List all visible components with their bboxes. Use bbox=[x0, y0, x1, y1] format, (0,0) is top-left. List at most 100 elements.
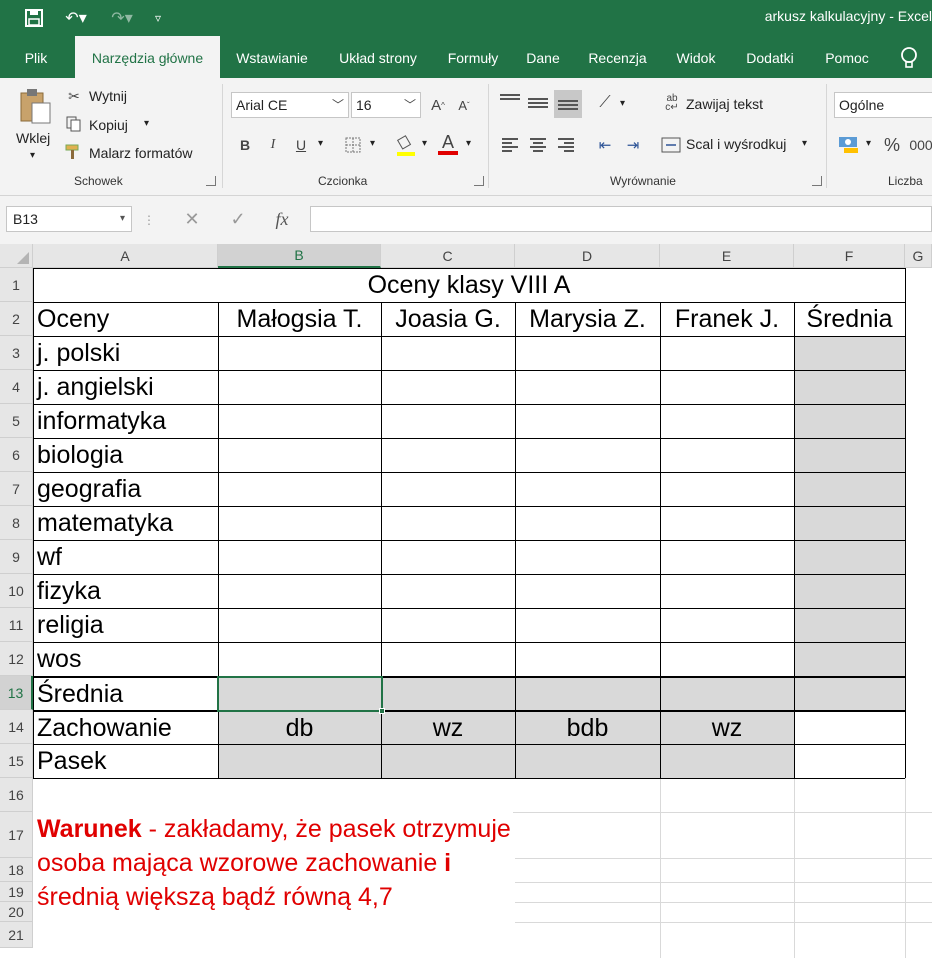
behavior-cell[interactable]: bdb bbox=[515, 712, 660, 744]
cancel-entry-icon[interactable]: ✕ bbox=[180, 208, 204, 230]
cut-button[interactable]: Wytnij bbox=[89, 88, 127, 104]
row-header[interactable]: 18 bbox=[0, 858, 33, 882]
average-label-cell[interactable]: Średnia bbox=[33, 678, 218, 710]
header-cell[interactable]: Średnia bbox=[794, 303, 905, 336]
tab-home[interactable]: Narzędzia główne bbox=[75, 36, 220, 78]
align-top-icon[interactable] bbox=[500, 92, 522, 110]
tab-help[interactable]: Pomoc bbox=[814, 36, 880, 78]
increase-indent-icon[interactable]: ⇥ bbox=[622, 134, 644, 156]
header-cell[interactable]: Joasia G. bbox=[381, 303, 515, 336]
row-header[interactable]: 6 bbox=[0, 438, 33, 472]
drag-handle-icon[interactable]: ⋮ bbox=[143, 210, 155, 230]
format-painter-button[interactable]: Malarz formatów bbox=[89, 145, 192, 161]
tab-formulas[interactable]: Formuły bbox=[438, 36, 508, 78]
fill-handle[interactable] bbox=[379, 708, 385, 714]
row-header[interactable]: 11 bbox=[0, 608, 33, 642]
paste-button[interactable]: Wklej bbox=[16, 130, 50, 146]
save-icon[interactable] bbox=[22, 6, 46, 30]
row-header[interactable]: 2 bbox=[0, 302, 33, 336]
row-header[interactable]: 21 bbox=[0, 922, 33, 948]
behavior-label-cell[interactable]: Zachowanie bbox=[33, 712, 218, 744]
currency-format-icon[interactable] bbox=[836, 132, 862, 156]
subject-cell[interactable]: j. angielski bbox=[33, 371, 218, 404]
behavior-cell[interactable]: wz bbox=[381, 712, 515, 744]
copy-icon[interactable] bbox=[64, 114, 84, 134]
subject-cell[interactable]: fizyka bbox=[33, 575, 218, 608]
row-header[interactable]: 1 bbox=[0, 268, 33, 302]
grow-font-icon[interactable]: A ^ bbox=[428, 94, 448, 116]
row-header[interactable]: 12 bbox=[0, 642, 33, 676]
row-header[interactable]: 20 bbox=[0, 902, 33, 922]
row-header[interactable]: 5 bbox=[0, 404, 33, 438]
font-color-icon[interactable]: A bbox=[436, 130, 460, 158]
select-all-corner[interactable] bbox=[0, 244, 33, 268]
column-header-g[interactable]: G bbox=[905, 244, 932, 268]
row-header[interactable]: 3 bbox=[0, 336, 33, 370]
subject-cell[interactable]: biologia bbox=[33, 439, 218, 472]
row-header[interactable]: 14 bbox=[0, 710, 33, 744]
undo-icon[interactable]: ↶▾ bbox=[58, 6, 94, 30]
scissors-icon[interactable]: ✂ bbox=[64, 86, 84, 106]
header-cell[interactable]: Małogsia T. bbox=[218, 303, 381, 336]
font-launcher-icon[interactable] bbox=[474, 176, 484, 186]
paste-icon[interactable] bbox=[16, 86, 54, 126]
underline-dropdown-icon[interactable]: ▾ bbox=[318, 138, 323, 149]
column-header-b[interactable]: B bbox=[218, 244, 381, 268]
tab-addins[interactable]: Dodatki bbox=[736, 36, 804, 78]
behavior-cell[interactable]: db bbox=[218, 712, 381, 744]
clipboard-launcher-icon[interactable] bbox=[206, 176, 216, 186]
tab-page-layout[interactable]: Układ strony bbox=[328, 36, 428, 78]
bold-button[interactable]: B bbox=[236, 134, 254, 156]
header-cell[interactable]: Franek J. bbox=[660, 303, 794, 336]
copy-button[interactable]: Kopiuj bbox=[89, 117, 128, 133]
row-header[interactable]: 10 bbox=[0, 574, 33, 608]
fill-color-dropdown-icon[interactable]: ▾ bbox=[422, 138, 427, 149]
font-color-dropdown-icon[interactable]: ▾ bbox=[466, 138, 471, 149]
confirm-entry-icon[interactable]: ✓ bbox=[226, 208, 250, 230]
borders-dropdown-icon[interactable]: ▾ bbox=[370, 138, 375, 149]
wrap-text-icon[interactable]: ab c↵ bbox=[662, 92, 682, 114]
decrease-indent-icon[interactable]: ⇤ bbox=[594, 134, 616, 156]
row-header[interactable]: 17 bbox=[0, 812, 33, 858]
comma-style-icon[interactable]: 000 bbox=[909, 134, 932, 156]
row-header[interactable]: 15 bbox=[0, 744, 33, 778]
subject-cell[interactable]: j. polski bbox=[33, 337, 218, 370]
row-header[interactable]: 13 bbox=[0, 676, 33, 710]
align-middle-icon[interactable] bbox=[528, 96, 550, 114]
insert-function-button[interactable]: fx bbox=[270, 208, 294, 230]
wrap-text-button[interactable]: Zawijaj tekst bbox=[686, 96, 763, 112]
subject-cell[interactable]: geografia bbox=[33, 473, 218, 506]
subject-cell[interactable]: matematyka bbox=[33, 507, 218, 540]
tab-data[interactable]: Dane bbox=[518, 36, 568, 78]
active-cell-selection[interactable] bbox=[217, 676, 385, 714]
row-header[interactable]: 9 bbox=[0, 540, 33, 574]
shrink-font-icon[interactable]: Aˇ bbox=[454, 94, 474, 116]
redo-icon[interactable]: ↷▾ bbox=[104, 6, 140, 30]
stripe-label-cell[interactable]: Pasek bbox=[33, 745, 218, 778]
merge-center-button[interactable]: Scal i wyśrodkuj bbox=[686, 136, 786, 152]
number-format-select[interactable]: Ogólne bbox=[834, 92, 932, 118]
row-header[interactable]: 7 bbox=[0, 472, 33, 506]
lightbulb-icon[interactable] bbox=[898, 46, 920, 70]
subject-cell[interactable]: wf bbox=[33, 541, 218, 574]
merge-center-icon[interactable] bbox=[660, 134, 682, 156]
column-header-c[interactable]: C bbox=[381, 244, 515, 268]
font-name-select[interactable]: Arial CE ﹀ bbox=[231, 92, 349, 118]
formula-input[interactable] bbox=[310, 206, 932, 232]
column-header-e[interactable]: E bbox=[660, 244, 794, 268]
orientation-dropdown-icon[interactable]: ▾ bbox=[620, 98, 625, 109]
orientation-icon[interactable]: ⟋ bbox=[594, 92, 616, 114]
italic-button[interactable]: I bbox=[264, 134, 282, 156]
row-header[interactable]: 8 bbox=[0, 506, 33, 540]
row-header[interactable]: 16 bbox=[0, 778, 33, 812]
tab-view[interactable]: Widok bbox=[666, 36, 726, 78]
sheet-title-cell[interactable]: Oceny klasy VIII A bbox=[33, 269, 905, 302]
header-cell[interactable]: Oceny bbox=[33, 303, 218, 336]
align-right-icon[interactable] bbox=[558, 136, 576, 154]
column-header-a[interactable]: A bbox=[33, 244, 218, 268]
behavior-cell[interactable]: wz bbox=[660, 712, 794, 744]
subject-cell[interactable]: wos bbox=[33, 643, 218, 676]
currency-dropdown-icon[interactable]: ▾ bbox=[866, 138, 871, 149]
header-cell[interactable]: Marysia Z. bbox=[515, 303, 660, 336]
paste-dropdown-icon[interactable]: ▾ bbox=[30, 150, 35, 161]
